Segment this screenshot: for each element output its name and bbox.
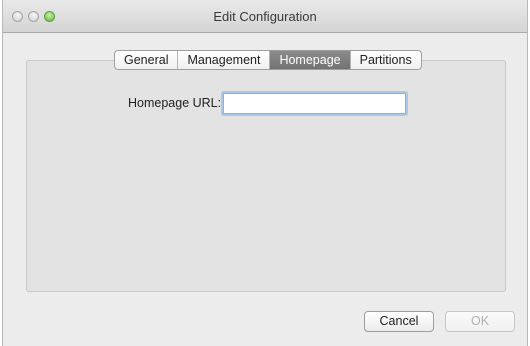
tab-homepage[interactable]: Homepage [270,51,351,69]
window-title: Edit Configuration [213,9,317,24]
cancel-button[interactable]: Cancel [364,311,434,332]
homepage-url-label: Homepage URL: [128,96,222,110]
tab-general[interactable]: General [115,51,179,69]
edit-configuration-window: Edit Configuration General Management Ho… [2,0,528,346]
ok-button[interactable]: OK [445,311,515,332]
tab-management[interactable]: Management [178,51,271,69]
tab-bar: General Management Homepage Partitions [114,50,422,70]
title-bar[interactable]: Edit Configuration [3,0,527,33]
tab-partitions[interactable]: Partitions [351,51,421,69]
homepage-url-input[interactable] [223,93,406,114]
